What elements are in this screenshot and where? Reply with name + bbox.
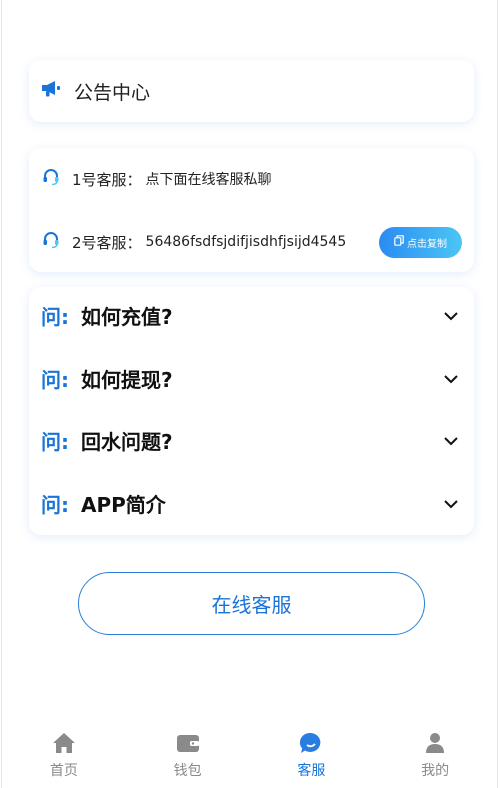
app-frame: 公告中心 1号客服： 点下面在线客服私聊 2号客服： 56486fsdfsjdi… <box>1 0 498 788</box>
copy-button[interactable]: 点击复制 <box>379 226 462 258</box>
tab-label: 我的 <box>421 763 450 779</box>
faq-question: 回水问题? <box>81 429 173 454</box>
megaphone-icon <box>41 80 63 102</box>
faq-item-withdraw[interactable]: 问: 如何提现? <box>41 358 458 398</box>
faq-prefix: 问: <box>41 492 69 517</box>
faq-question: 如何提现? <box>81 367 173 392</box>
service-row-1: 1号客服： 点下面在线客服私聊 <box>42 166 462 192</box>
notice-title: 公告中心 <box>74 81 151 104</box>
tab-service[interactable]: 客服 <box>250 726 374 788</box>
user-icon <box>423 732 447 758</box>
chevron-down-icon <box>444 306 458 325</box>
service-label-2: 2号客服： <box>72 233 142 252</box>
chevron-down-icon <box>444 369 458 388</box>
notice-card[interactable]: 公告中心 <box>29 60 474 122</box>
chat-icon <box>299 732 323 758</box>
faq-card: 问: 如何充值? 问: 如何提现? 问: 回水问题? 问: APP简介 <box>29 287 474 535</box>
faq-question: 如何充值? <box>81 304 173 329</box>
service-label-1: 1号客服： <box>72 170 142 189</box>
faq-question: APP简介 <box>81 492 166 517</box>
copy-button-label: 点击复制 <box>407 238 447 250</box>
tab-label: 客服 <box>297 763 326 779</box>
tab-label: 首页 <box>49 763 78 779</box>
bottom-tabbar: 首页 钱包 客服 我的 <box>2 726 497 788</box>
headset-icon <box>42 231 60 253</box>
wallet-icon <box>176 732 200 758</box>
online-service-button[interactable]: 在线客服 <box>78 572 425 635</box>
service-row-2: 2号客服： 56486fsdfsjdifjisdhfjsijd4545 点击复制 <box>42 226 462 258</box>
home-icon <box>52 732 76 758</box>
service-value-1: 点下面在线客服私聊 <box>145 172 272 188</box>
chevron-down-icon <box>444 431 458 450</box>
tab-wallet[interactable]: 钱包 <box>126 726 250 788</box>
tab-home[interactable]: 首页 <box>2 726 126 788</box>
tab-mine[interactable]: 我的 <box>373 726 497 788</box>
faq-item-app-intro[interactable]: 问: APP简介 <box>41 483 458 523</box>
faq-prefix: 问: <box>41 429 69 454</box>
service-card: 1号客服： 点下面在线客服私聊 2号客服： 56486fsdfsjdifjisd… <box>29 148 474 272</box>
faq-item-rebate[interactable]: 问: 回水问题? <box>41 420 458 460</box>
copy-icon <box>394 235 407 249</box>
faq-prefix: 问: <box>41 367 69 392</box>
service-value-2: 56486fsdfsjdifjisdhfjsijd4545 <box>145 234 347 250</box>
faq-item-recharge[interactable]: 问: 如何充值? <box>41 295 458 335</box>
headset-icon <box>42 168 60 190</box>
tab-label: 钱包 <box>173 763 202 779</box>
faq-prefix: 问: <box>41 304 69 329</box>
chevron-down-icon <box>444 494 458 513</box>
